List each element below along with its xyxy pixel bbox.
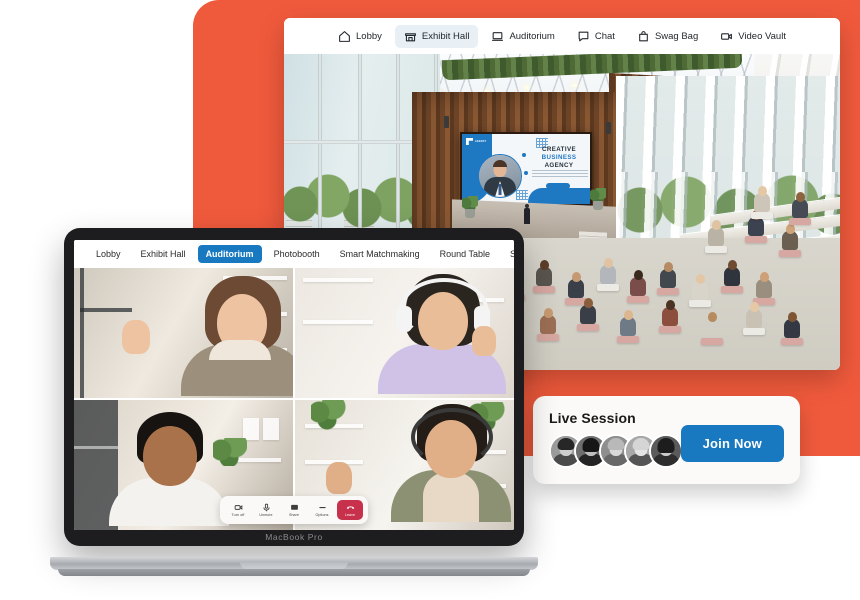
tab-smart-matchmaking[interactable]: Smart Matchmaking xyxy=(332,245,428,263)
leave-call-button[interactable]: Leave xyxy=(337,500,363,520)
control-label: Leave xyxy=(344,513,356,517)
laptop-nav-bar: Lobby Exhibit Hall Auditorium Photobooth… xyxy=(74,240,514,268)
macbook-screen: Lobby Exhibit Hall Auditorium Photobooth… xyxy=(74,240,514,530)
call-control-bar: Turn off Unmute Share Options Leave xyxy=(220,496,368,524)
macbook-lid: Lobby Exhibit Hall Auditorium Photobooth… xyxy=(64,228,524,546)
live-session-card: Live Session Join Now xyxy=(533,396,800,484)
participant-figure xyxy=(378,272,508,394)
participant-figure xyxy=(109,412,230,526)
video-call-grid: Turn off Unmute Share Options Leave xyxy=(74,268,514,530)
share-screen-button[interactable]: Share xyxy=(281,500,307,520)
join-now-button[interactable]: Join Now xyxy=(680,425,784,462)
nav-item-exhibit-hall[interactable]: Exhibit Hall xyxy=(394,24,479,48)
more-options-icon xyxy=(318,503,327,512)
nav-item-label: Video Vault xyxy=(738,30,786,42)
control-label: Unmute xyxy=(259,513,273,517)
tab-round-table[interactable]: Round Table xyxy=(432,245,498,263)
browser-nav-bar: Lobby Exhibit Hall Auditorium Chat Swag … xyxy=(284,18,840,54)
camera-icon xyxy=(234,503,243,512)
macbook-base-notch xyxy=(240,561,348,569)
tab-auditorium[interactable]: Auditorium xyxy=(197,245,262,263)
video-camera-icon xyxy=(720,30,733,43)
macbook-device: Lobby Exhibit Hall Auditorium Photobooth… xyxy=(50,228,538,576)
waving-hand xyxy=(122,320,151,354)
nav-item-auditorium[interactable]: Auditorium xyxy=(482,25,563,48)
screenshot-root: Lobby Exhibit Hall Auditorium Chat Swag … xyxy=(0,0,860,600)
slide-title-line-1: CREATIVE xyxy=(541,146,577,153)
shopping-bag-icon xyxy=(637,30,650,43)
microphone-icon xyxy=(262,503,271,512)
microphone-toggle-button[interactable]: Unmute xyxy=(253,500,279,520)
live-session-title: Live Session xyxy=(549,410,636,426)
stage-plant-right xyxy=(590,188,606,210)
nav-item-swag-bag[interactable]: Swag Bag xyxy=(628,25,707,48)
participant-figure xyxy=(179,274,293,396)
nav-item-label: Lobby xyxy=(356,30,382,42)
control-label: Share xyxy=(288,513,300,517)
slide-title-line-2: BUSINESS xyxy=(541,153,577,161)
laptop-icon xyxy=(491,30,504,43)
stage-plant-left xyxy=(462,196,478,218)
tab-exhibit-hall[interactable]: Exhibit Hall xyxy=(133,245,194,263)
tab-photobooth[interactable]: Photobooth xyxy=(266,245,328,263)
video-tile-participant-2[interactable] xyxy=(295,268,514,398)
waving-hand xyxy=(325,462,352,495)
slide-title: CREATIVE BUSINESS AGENCY xyxy=(528,146,590,169)
more-options-button[interactable]: Options xyxy=(309,500,335,520)
slide-title-line-3: AGENCY xyxy=(544,161,574,169)
city-skyline xyxy=(284,54,404,324)
tab-lobby[interactable]: Lobby xyxy=(88,245,129,263)
chat-bubble-icon xyxy=(577,30,590,43)
presentation-slide: AGENCY CREATIVE BUSINESS AGENCY xyxy=(462,134,590,204)
avatar[interactable] xyxy=(649,434,683,468)
screen-share-icon xyxy=(290,503,299,512)
nav-item-chat[interactable]: Chat xyxy=(568,25,624,48)
control-label: Turn off xyxy=(231,513,245,517)
presentation-screen: AGENCY CREATIVE BUSINESS AGENCY xyxy=(460,132,592,206)
nav-item-video-vault[interactable]: Video Vault xyxy=(711,25,795,48)
store-icon xyxy=(404,30,417,43)
video-tile-participant-1[interactable] xyxy=(74,268,293,398)
macbook-foot xyxy=(58,569,530,576)
nav-item-label: Exhibit Hall xyxy=(421,30,470,42)
home-icon xyxy=(338,30,351,43)
macbook-model-label: MacBook Pro xyxy=(265,532,323,542)
camera-toggle-button[interactable]: Turn off xyxy=(225,500,251,520)
nav-item-lobby[interactable]: Lobby xyxy=(329,25,391,48)
participant-figure xyxy=(391,404,512,522)
control-label: Options xyxy=(315,513,329,517)
nav-item-label: Swag Bag xyxy=(654,30,699,42)
nav-item-label: Auditorium xyxy=(509,30,555,42)
end-call-icon xyxy=(346,503,355,512)
slide-logo: AGENCY xyxy=(466,138,486,145)
tab-spatial-connect[interactable]: Spatial Connect xyxy=(502,245,514,263)
presenter-avatar xyxy=(524,204,530,224)
nav-item-label: Chat xyxy=(594,30,615,42)
